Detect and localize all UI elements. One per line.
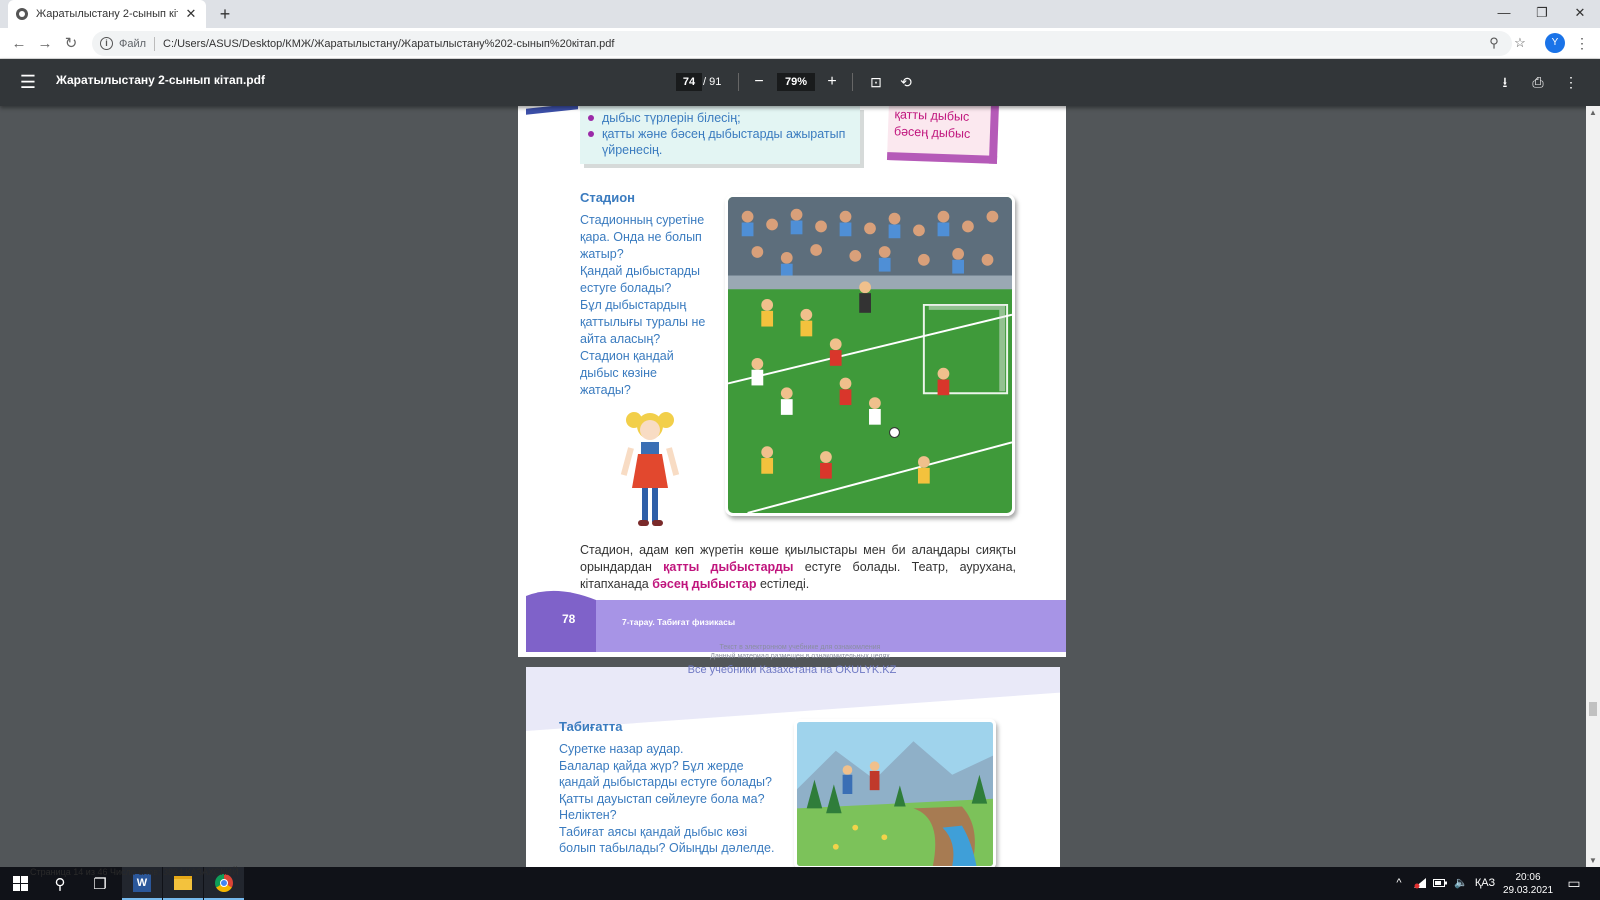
pdf-toolbar: ☰ Жаратылыстану 2-сынып кітап.pdf 74 / 9… [0, 59, 1600, 106]
restore-button[interactable]: ❐ [1522, 0, 1562, 28]
toolbar-divider [852, 73, 853, 91]
windows-logo-icon [12, 876, 28, 891]
question-line: Табиғат аясы қандай дыбыс көзі [559, 824, 748, 839]
learning-goals-box: дыбыс түрлерін білесің; қатты және бәсең… [580, 106, 860, 164]
network-icon[interactable] [1412, 867, 1428, 900]
question-line: қара. Онда не болып [580, 230, 702, 244]
tab-title: Жаратылыстану 2-сынып кітап.pdf [36, 8, 178, 20]
keywords-note: қатты дыбыс бәсең дыбыс [886, 106, 1000, 164]
folder-icon [174, 875, 192, 890]
section-title: Стадион [580, 190, 636, 205]
back-button[interactable]: ← [8, 33, 30, 55]
girl-illustration [620, 412, 680, 526]
chapter-title: 7-тарау. Табиғат физикасы [622, 617, 736, 627]
notifications-icon[interactable]: ▭ [1562, 867, 1586, 900]
fit-to-page-icon[interactable]: ⊡ [865, 71, 887, 93]
chrome-pdf-favicon-icon [16, 8, 28, 20]
tab-close-icon[interactable]: ✕ [184, 6, 198, 22]
toolbar-divider [738, 73, 739, 91]
question-line: естуге болады? [580, 281, 672, 295]
window-close-button[interactable]: ✕ [1560, 0, 1600, 28]
reload-button[interactable]: ↻ [60, 33, 82, 55]
zoom-in-button[interactable]: + [821, 71, 843, 93]
faint-watermark-line: Данный материал размещен в ознакомительн… [710, 653, 890, 660]
volume-icon[interactable]: 🔈 [1452, 867, 1470, 900]
goal-item: қатты және бәсең дыбыстарды ажыратып үйр… [588, 126, 852, 158]
question-line: айта аласың? [580, 332, 661, 346]
question-line: жатады? [580, 383, 631, 397]
scroll-down-arrow-icon[interactable]: ▼ [1586, 854, 1600, 868]
address-bar[interactable]: i Файл C:/Users/ASUS/Desktop/КМЖ/Жаратыл… [92, 31, 1512, 56]
battery-icon[interactable] [1432, 867, 1448, 900]
highlight-loud: қатты дыбыстарды [663, 560, 794, 574]
question-line: болып табылады? Ойыңды дәлелде. [559, 841, 775, 855]
language-indicator[interactable]: ҚАЗ [1474, 867, 1496, 900]
page-total: / 91 [703, 76, 722, 88]
faint-watermark: Текст в электронном учебнике для ознаком… [560, 643, 1040, 661]
question-line: қаттылығы туралы не [580, 315, 706, 329]
question-list: Суретке назар аудар. Балалар қайда жүр? … [559, 741, 789, 857]
browser-tab[interactable]: Жаратылыстану 2-сынып кітап.pdf ✕ [8, 0, 206, 28]
print-icon[interactable]: ⎙ [1527, 71, 1549, 93]
question-line: Суретке назар аудар. [559, 742, 684, 756]
pdf-page-78: дыбыс түрлерін білесің; қатты және бәсең… [518, 106, 1066, 657]
pdf-page-79: Табиғатта Суретке назар аудар. Балалар қ… [526, 667, 1060, 867]
question-line: Балалар қайда жүр? Бұл жерде [559, 758, 744, 773]
stadium-illustration [725, 194, 1015, 516]
pdf-more-icon[interactable]: ⋮ [1560, 71, 1582, 93]
tray-arrow-icon[interactable]: ^ [1392, 867, 1406, 900]
browser-menu-icon[interactable]: ⋮ [1574, 33, 1590, 53]
scrollbar-thumb[interactable] [1589, 702, 1597, 716]
address-divider [154, 36, 156, 51]
scroll-up-arrow-icon[interactable]: ▲ [1586, 106, 1600, 120]
clock-date: 29.03.2021 [1502, 885, 1554, 896]
address-scheme-label: Файл [119, 37, 147, 50]
download-icon[interactable]: ⭳ [1494, 71, 1516, 93]
browser-toolbar: ← → ↻ i Файл C:/Users/ASUS/Desktop/КМЖ/Ж… [0, 28, 1600, 59]
browser-tab-strip: Жаратылыстану 2-сынып кітап.pdf ✕ + — ❐ … [0, 0, 1600, 28]
info-icon[interactable]: i [100, 37, 113, 50]
section-title: Табиғатта [559, 719, 623, 734]
question-line: қандай дыбыстарды естуге болады? [559, 775, 772, 789]
rotate-icon[interactable]: ⟲ [895, 71, 917, 93]
question-line: жатыр? [580, 247, 624, 261]
bookmark-star-icon[interactable]: ☆ [1510, 33, 1530, 53]
question-line: Стадионның суретіне [580, 213, 705, 227]
pdf-filename: Жаратылыстану 2-сынып кітап.pdf [56, 73, 265, 87]
profile-avatar[interactable]: Y [1545, 33, 1565, 53]
taskbar-clock[interactable]: 20:06 29.03.2021 [1498, 871, 1558, 897]
paragraph-text: Стадион, адам көп жүретін көше қиылыстар… [580, 542, 1016, 593]
question-line: Стадион қандай [580, 349, 674, 363]
watermark-text: Все учебники Казахстана на OKULYK.KZ [687, 664, 897, 676]
page-number-input[interactable]: 74 [676, 73, 702, 91]
goal-item: дыбыс түрлерін білесің; [588, 110, 852, 126]
paragraph-part: естіледі. [759, 577, 810, 591]
question-list: Стадионның суретіне қара. Онда не болып … [580, 212, 714, 399]
new-tab-button[interactable]: + [214, 3, 236, 25]
nature-illustration [794, 719, 996, 867]
decorative-band [526, 106, 578, 115]
keyword: бәсең дыбыс [893, 124, 971, 141]
word-status-bar-ghost: Страница 14 из 46 Число слов: 3884 КАЗАХ… [30, 867, 239, 877]
minimize-button[interactable]: — [1484, 0, 1524, 28]
page-number: 78 [562, 612, 576, 626]
zoom-icon[interactable]: ⚲ [1484, 33, 1504, 53]
question-line: дыбыс көзіне [580, 366, 657, 380]
highlight-quiet: бәсең дыбыстар [652, 577, 757, 591]
windows-taskbar: ⚲ ❐ W ^ 🔈 ҚАЗ 20:06 29.03.2021 ▭ [0, 867, 1600, 900]
address-url[interactable]: C:/Users/ASUS/Desktop/КМЖ/Жаратылыстану/… [163, 38, 614, 50]
faint-watermark-line: Текст в электронном учебнике для ознаком… [719, 644, 881, 651]
question-line: Қандай дыбыстарды [580, 264, 700, 278]
question-line: Бұл дыбыстардың [580, 298, 687, 312]
question-line: Неліктен? [559, 808, 617, 822]
question-line: Қатты дауыстап сөйлеуге бола ма? [559, 791, 765, 806]
forward-button[interactable]: → [34, 33, 56, 55]
zoom-level-input[interactable]: 79% [777, 73, 815, 91]
sidebar-menu-icon[interactable]: ☰ [18, 72, 38, 92]
vertical-scrollbar[interactable]: ▲ ▼ [1586, 106, 1600, 868]
zoom-out-button[interactable]: − [748, 71, 770, 93]
clock-time: 20:06 [1515, 872, 1541, 883]
